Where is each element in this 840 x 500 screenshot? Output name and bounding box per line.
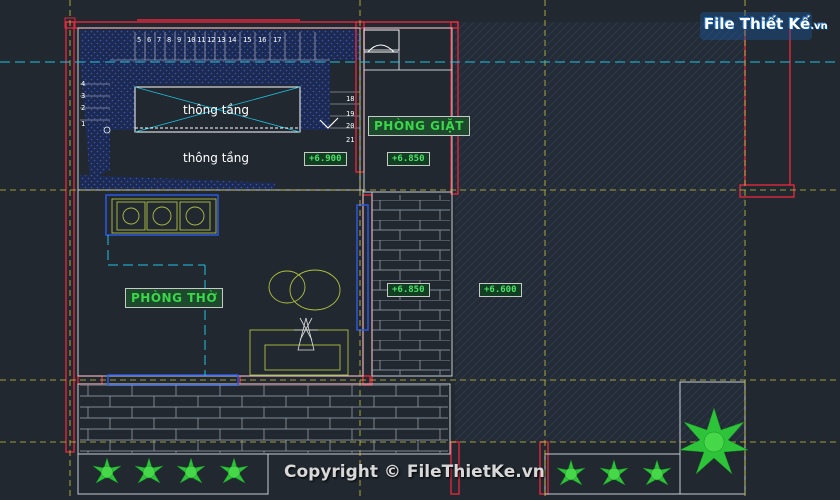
logo-text: File Thiết Kế.vn — [704, 15, 828, 33]
void-label-upper: thông tầng — [183, 103, 249, 117]
altar-furniture — [111, 198, 349, 376]
step-number: 3 — [81, 92, 86, 100]
step-number: 2 — [81, 104, 86, 112]
step-number: 20 — [346, 122, 355, 130]
step-number: 5 — [137, 36, 142, 44]
step-number: 7 — [157, 36, 162, 44]
step-number: 4 — [81, 80, 86, 88]
room-label-laundry: PHÒNG GIẶT — [368, 116, 470, 136]
step-number: 10 — [187, 36, 196, 44]
step-number: 19 — [346, 110, 355, 118]
level-tag: +6.850 — [387, 152, 430, 166]
room-label-altar: PHÒNG THỜ — [125, 288, 224, 308]
step-number: 15 — [243, 36, 252, 44]
copyright-watermark: Copyright © FileThietKe.vn — [284, 462, 545, 482]
brick-wall-bottom — [80, 385, 448, 453]
step-number: 11 — [197, 36, 206, 44]
step-number: 12 — [207, 36, 216, 44]
step-number: 9 — [177, 36, 182, 44]
floor-plan-drawing — [0, 0, 840, 500]
step-number: 6 — [147, 36, 152, 44]
step-number: 16 — [258, 36, 267, 44]
step-number: 18 — [346, 95, 355, 103]
step-number: 17 — [273, 36, 282, 44]
step-number: 8 — [167, 36, 172, 44]
step-number: 14 — [228, 36, 237, 44]
step-number: 21 — [346, 136, 355, 144]
cad-floor-plan: 5 6 7 8 9 10 11 12 13 14 15 16 17 4 3 2 1 18 19 20 2… — [0, 0, 840, 500]
step-number: 13 — [217, 36, 226, 44]
level-tag: +6.600 — [479, 283, 522, 297]
level-tag: +6.850 — [387, 283, 430, 297]
void-label-lower: thông tầng — [183, 151, 249, 165]
level-tag: +6.900 — [304, 152, 347, 166]
hatched-terrace — [455, 22, 745, 442]
step-number: 1 — [81, 120, 86, 128]
